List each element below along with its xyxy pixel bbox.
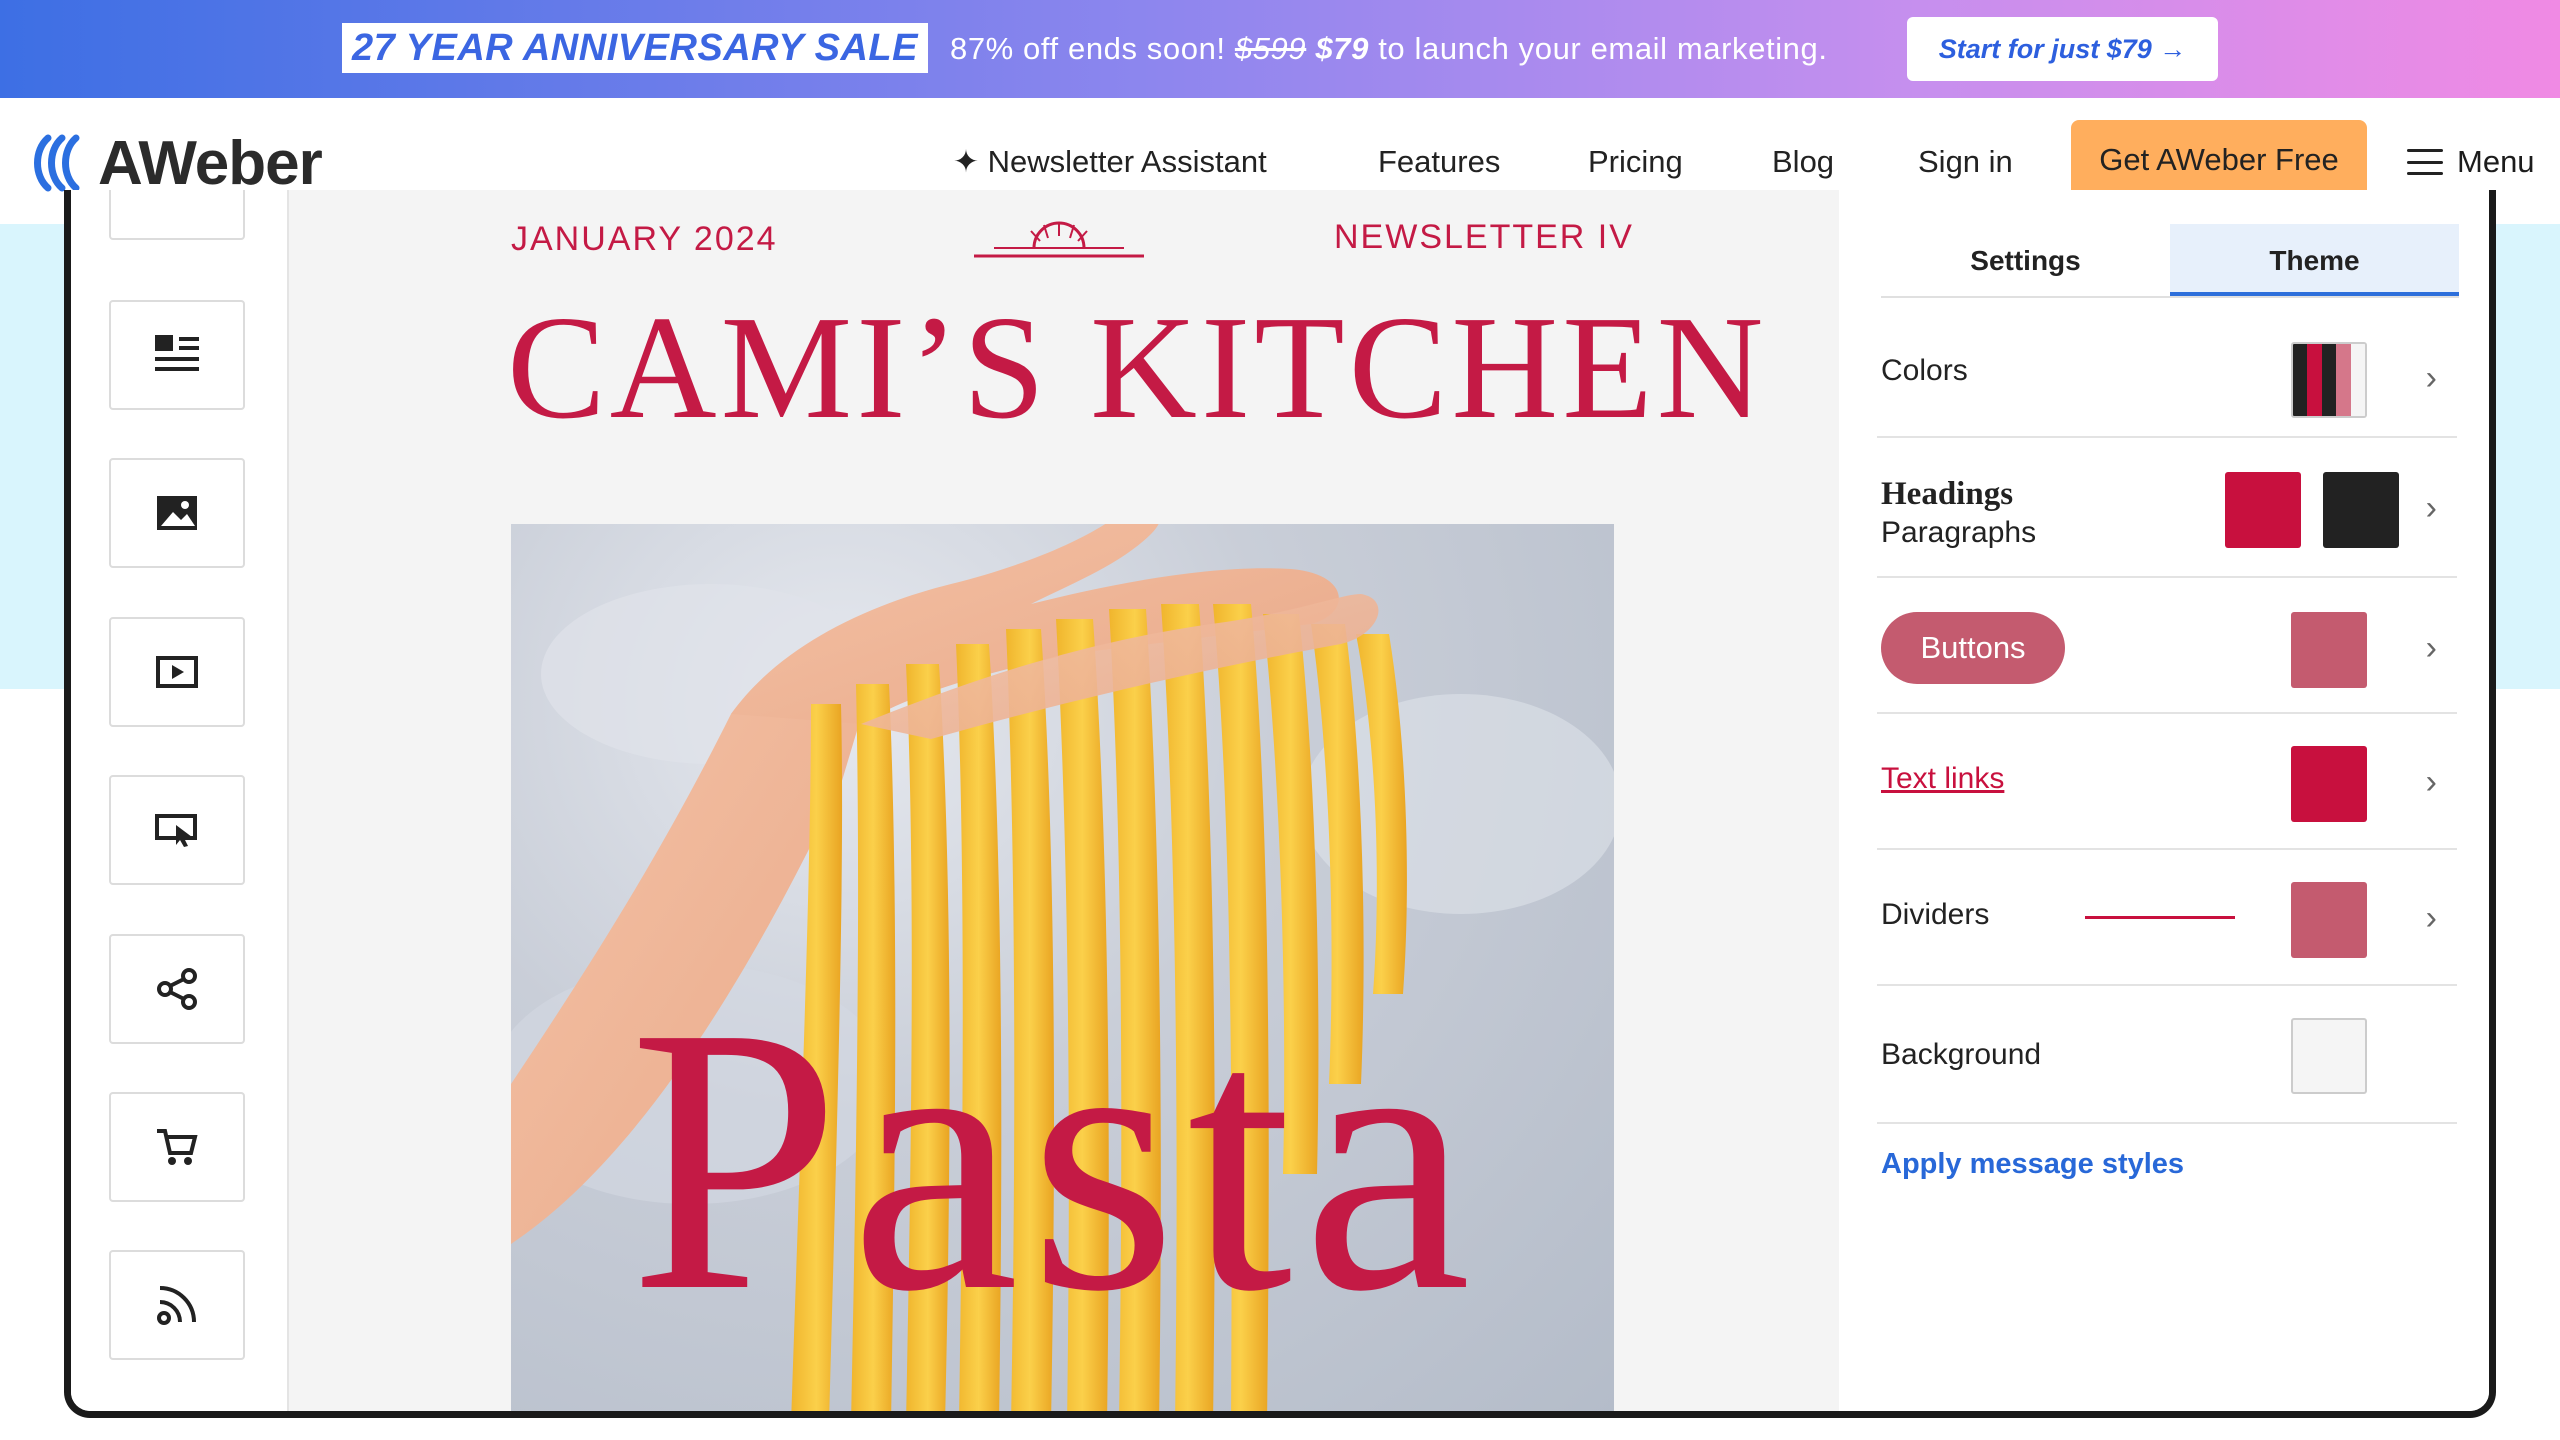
share-icon — [157, 968, 197, 1010]
colors-label: Colors — [1881, 354, 1968, 387]
row-colors[interactable]: Colors › — [1877, 320, 2457, 438]
promo-message-suffix: to launch your email marketing. — [1378, 31, 1828, 66]
menu-label: Menu — [2457, 144, 2535, 179]
nav-newsletter-assistant[interactable]: ✦ Newsletter Assistant — [953, 142, 1267, 182]
nav-features[interactable]: Features — [1378, 142, 1500, 182]
headings-label: Headings — [1881, 476, 2014, 512]
toolbar-item-rss[interactable] — [109, 1250, 245, 1360]
row-dividers[interactable]: Dividers › — [1877, 852, 2457, 986]
promo-message-prefix: 87% off ends soon! — [950, 31, 1226, 66]
row-background[interactable]: Background — [1877, 988, 2457, 1124]
colors-swatch[interactable] — [2291, 342, 2367, 418]
block-toolbar — [71, 190, 289, 1411]
apply-message-styles-link[interactable]: Apply message styles — [1881, 1148, 2184, 1181]
text-links-label: Text links — [1881, 762, 2005, 795]
promo-new-price: $79 — [1315, 31, 1369, 66]
buttons-preview: Buttons — [1881, 612, 2065, 684]
toolbar-item-text[interactable] — [109, 300, 245, 410]
image-icon — [157, 496, 197, 530]
nav-pricing[interactable]: Pricing — [1588, 142, 1683, 182]
panel-tabs: Settings Theme — [1881, 224, 2459, 298]
divider-preview-line — [2085, 916, 2235, 919]
chevron-right-icon[interactable]: › — [2426, 488, 2437, 528]
toolbar-item-video[interactable] — [109, 617, 245, 727]
paragraphs-label: Paragraphs — [1881, 516, 2037, 549]
dividers-label: Dividers — [1881, 898, 1990, 931]
tab-theme[interactable]: Theme — [2170, 224, 2459, 296]
get-aweber-free-button[interactable]: Get AWeber Free — [2071, 120, 2367, 200]
promo-message: 87% off ends soon! $599 $79 to launch yo… — [950, 26, 1828, 72]
promo-old-price: $599 — [1234, 31, 1307, 66]
promo-cta-button[interactable]: Start for just $79 → — [1907, 17, 2218, 81]
promo-banner: 27 YEAR ANNIVERSARY SALE 87% off ends so… — [0, 0, 2560, 98]
row-buttons[interactable]: Buttons › — [1877, 580, 2457, 714]
toolbar-item-cart[interactable] — [109, 1092, 245, 1202]
editor-frame: JANUARY 2024 NEWSLETTER IV CAMI’S KITCHE… — [64, 190, 2496, 1418]
logo-text: AWeber — [98, 128, 323, 198]
chevron-right-icon[interactable]: › — [2426, 898, 2437, 938]
newsletter-canvas[interactable]: JANUARY 2024 NEWSLETTER IV CAMI’S KITCHE… — [289, 190, 1839, 1411]
nav-sign-in[interactable]: Sign in — [1918, 142, 2013, 182]
promo-tag: 27 YEAR ANNIVERSARY SALE — [342, 23, 928, 73]
sunburst-divider-icon — [974, 221, 1144, 258]
row-typography[interactable]: Headings Paragraphs › — [1877, 440, 2457, 578]
newsletter-issue: NEWSLETTER IV — [1334, 218, 1634, 256]
buttons-swatch[interactable] — [2291, 612, 2367, 688]
toolbar-item-image[interactable] — [109, 458, 245, 568]
aweber-logo-icon — [34, 134, 80, 192]
background-label: Background — [1881, 1038, 2042, 1071]
newsletter-date: JANUARY 2024 — [511, 220, 778, 258]
newsletter-title: CAMI’S KITCHEN — [507, 286, 1768, 450]
text-links-swatch[interactable] — [2291, 746, 2367, 822]
rss-icon — [157, 1286, 196, 1325]
cart-icon — [157, 1129, 198, 1165]
button-icon — [155, 814, 197, 847]
nav-blog[interactable]: Blog — [1772, 142, 1834, 182]
toolbar-item-button[interactable] — [109, 775, 245, 885]
headings-swatch[interactable] — [2225, 472, 2301, 548]
menu-button[interactable]: Menu — [2407, 142, 2535, 182]
tab-settings[interactable]: Settings — [1881, 224, 2170, 296]
row-text-links[interactable]: Text links › — [1877, 716, 2457, 850]
text-block-icon — [155, 335, 199, 371]
chevron-right-icon[interactable]: › — [2426, 762, 2437, 802]
toolbar-item-share[interactable] — [109, 934, 245, 1044]
hamburger-icon — [2407, 149, 2443, 175]
theme-panel: Settings Theme Colors › Headings Paragra… — [1839, 190, 2489, 1411]
chevron-right-icon[interactable]: › — [2426, 358, 2437, 398]
background-swatch[interactable] — [2291, 1018, 2367, 1094]
toolbar-item-top[interactable] — [109, 190, 245, 240]
paragraphs-swatch[interactable] — [2323, 472, 2399, 548]
aweber-logo[interactable]: AWeber — [30, 128, 323, 198]
hero-word: Pasta — [629, 949, 1482, 1370]
chevron-right-icon[interactable]: › — [2426, 628, 2437, 668]
dividers-swatch[interactable] — [2291, 882, 2367, 958]
video-icon — [156, 656, 198, 688]
